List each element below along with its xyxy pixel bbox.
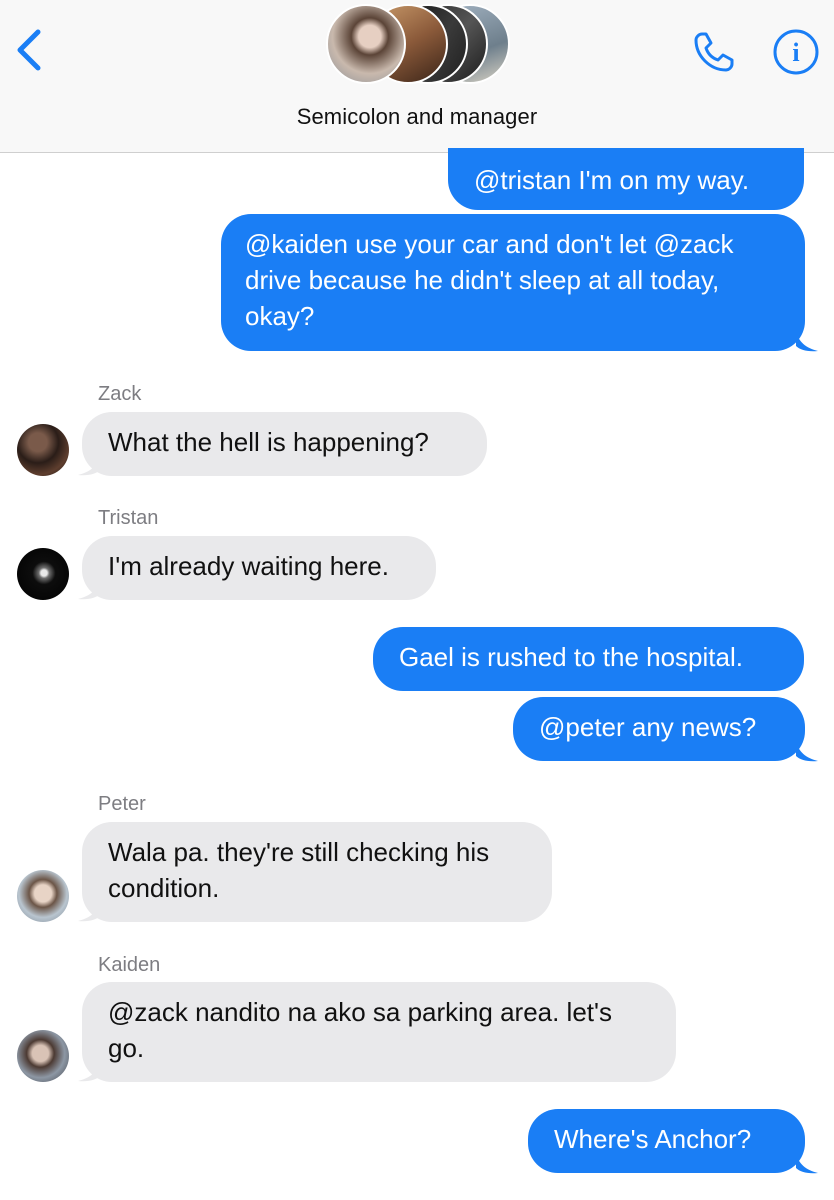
- bubble-tail: [796, 330, 818, 352]
- message-text: Where's Anchor?: [554, 1124, 752, 1154]
- phone-icon: [694, 32, 734, 72]
- bubble-tail: [796, 740, 818, 762]
- message-text: I'm already waiting here.: [108, 551, 389, 581]
- sender-name: Peter: [98, 793, 146, 815]
- chevron-left-icon: [17, 29, 41, 71]
- message-bubble-incoming[interactable]: What the hell is happening?: [82, 412, 487, 476]
- message-text: @zack nandito na ako sa parking area. le…: [108, 997, 612, 1063]
- bubble-tail: [78, 1060, 100, 1082]
- group-avatar-stack[interactable]: [326, 4, 516, 88]
- sender-name: Kaiden: [98, 954, 161, 976]
- message-bubble-incoming[interactable]: I'm already waiting here.: [82, 536, 436, 600]
- call-button[interactable]: [690, 28, 738, 76]
- info-button[interactable]: i: [772, 28, 820, 76]
- message-text: Wala pa. they're still checking his cond…: [108, 837, 490, 903]
- message-text: @tristan I'm on my way.: [474, 165, 750, 195]
- bubble-tail: [78, 900, 100, 922]
- message-bubble-incoming[interactable]: @zack nandito na ako sa parking area. le…: [82, 982, 676, 1082]
- back-button[interactable]: [10, 26, 46, 74]
- sender-name: Tristan: [98, 507, 159, 529]
- message-bubble-outgoing[interactable]: Gael is rushed to the hospital.: [373, 627, 804, 691]
- message-text: @kaiden use your car and don't let @zack…: [245, 229, 734, 331]
- message-bubble-outgoing[interactable]: @kaiden use your car and don't let @zack…: [221, 214, 805, 351]
- message-text: @peter any news?: [539, 712, 757, 742]
- avatar[interactable]: [17, 424, 69, 476]
- avatar[interactable]: [17, 870, 69, 922]
- avatar[interactable]: [17, 548, 69, 600]
- bubble-tail: [78, 578, 100, 600]
- message-bubble-outgoing[interactable]: Where's Anchor?: [528, 1109, 805, 1173]
- conversation-header: i Semicolon and manager: [0, 0, 834, 153]
- message-bubble-outgoing[interactable]: @tristan I'm on my way.: [448, 148, 804, 210]
- sender-name: Zack: [98, 383, 142, 405]
- message-bubble-incoming[interactable]: Wala pa. they're still checking his cond…: [82, 822, 552, 922]
- svg-text:i: i: [792, 38, 799, 67]
- conversation-title: Semicolon and manager: [296, 104, 538, 129]
- group-avatar: [326, 4, 406, 84]
- info-icon: i: [773, 29, 819, 75]
- bubble-tail: [78, 454, 100, 476]
- message-bubble-outgoing[interactable]: @peter any news?: [513, 697, 805, 761]
- message-text: What the hell is happening?: [108, 427, 429, 457]
- avatar[interactable]: [17, 1030, 69, 1082]
- message-text: Gael is rushed to the hospital.: [399, 642, 743, 672]
- bubble-tail: [796, 1152, 818, 1174]
